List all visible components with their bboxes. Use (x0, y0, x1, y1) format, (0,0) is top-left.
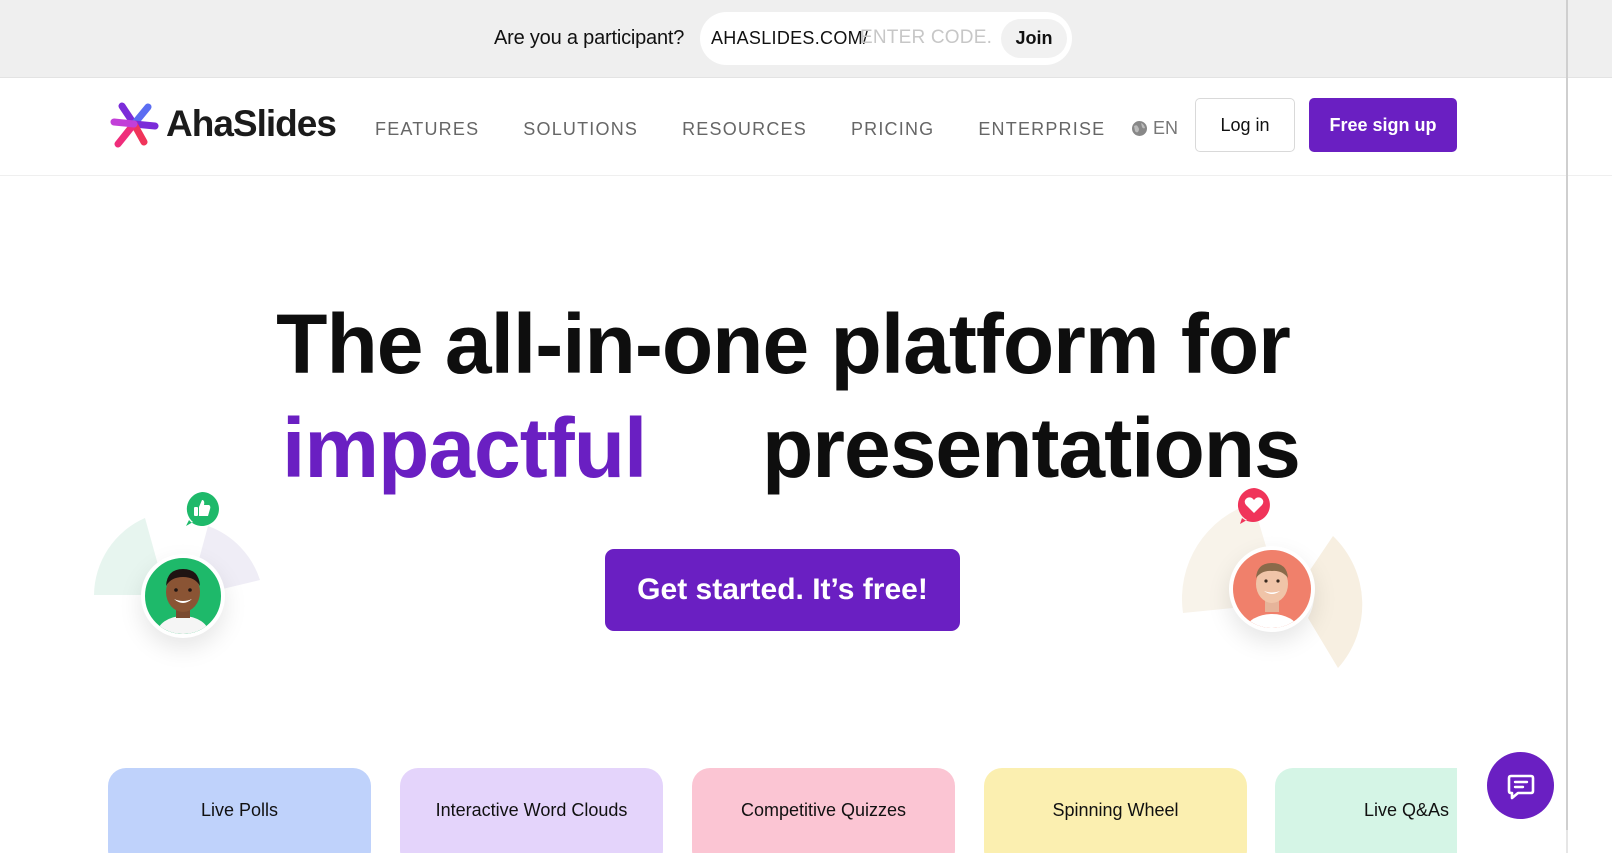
participant-question: Are you a participant? (494, 27, 685, 49)
logo[interactable]: AhaSlides (108, 98, 337, 150)
thumbs-up-icon (186, 492, 219, 526)
nav-features[interactable]: FEATURES (375, 119, 479, 140)
avatar-right (1229, 546, 1315, 632)
hero-highlight-word: impactful (282, 401, 647, 495)
feature-card-label: Competitive Quizzes (740, 800, 907, 820)
feature-card-label: Live Q&As (1363, 800, 1450, 820)
language-selector[interactable]: EN (1131, 118, 1178, 139)
feature-card-live-qa[interactable]: Live Q&As (1275, 768, 1457, 853)
feature-cards: Live Polls Interactive Word Clouds Compe… (108, 768, 1457, 853)
globe-icon (1132, 121, 1147, 136)
feature-card-label: Spinning Wheel (1052, 800, 1179, 820)
feature-card-live-polls[interactable]: Live Polls (108, 768, 371, 853)
url-prefix: AHASLIDES.COM/ (711, 28, 869, 48)
site-header: AhaSlides FEATURES SOLUTIONS RESOURCES P… (0, 78, 1612, 176)
nav-solutions[interactable]: SOLUTIONS (523, 119, 638, 140)
ahaslides-logo-icon (110, 102, 159, 148)
chat-bubble-icon (1507, 774, 1534, 799)
feature-card-label: Interactive Word Clouds (435, 800, 628, 820)
hero-title-line1: The all-in-one platform for (276, 297, 1291, 391)
logo-text: AhaSlides (166, 103, 337, 144)
chat-button[interactable] (1487, 752, 1554, 819)
join-button[interactable]: Join (1001, 19, 1067, 58)
main-nav: FEATURES SOLUTIONS RESOURCES PRICING ENT… (375, 119, 1149, 140)
hero-title-line2: presentations (762, 401, 1301, 495)
language-label: EN (1153, 118, 1179, 138)
login-button[interactable]: Log in (1195, 98, 1295, 152)
nav-pricing[interactable]: PRICING (851, 119, 934, 140)
event-code-input[interactable] (860, 24, 995, 52)
feature-card-word-clouds[interactable]: Interactive Word Clouds (400, 768, 663, 853)
feature-card-quizzes[interactable]: Competitive Quizzes (692, 768, 955, 853)
avatar-left (141, 554, 225, 638)
page-scrollbar-thumb[interactable] (1566, 0, 1568, 830)
nav-enterprise[interactable]: ENTERPRISE (978, 119, 1105, 140)
feature-card-spinning-wheel[interactable]: Spinning Wheel (984, 768, 1247, 853)
feature-card-label: Live Polls (200, 800, 279, 820)
event-code-box: AHASLIDES.COM/ Join (700, 12, 1072, 65)
heart-icon (1237, 488, 1270, 524)
free-signup-button[interactable]: Free sign up (1309, 98, 1457, 152)
get-started-button[interactable]: Get started. It’s free! (605, 549, 960, 631)
nav-resources[interactable]: RESOURCES (682, 119, 807, 140)
participant-bar: Are you a participant? AHASLIDES.COM/ Jo… (0, 0, 1612, 78)
